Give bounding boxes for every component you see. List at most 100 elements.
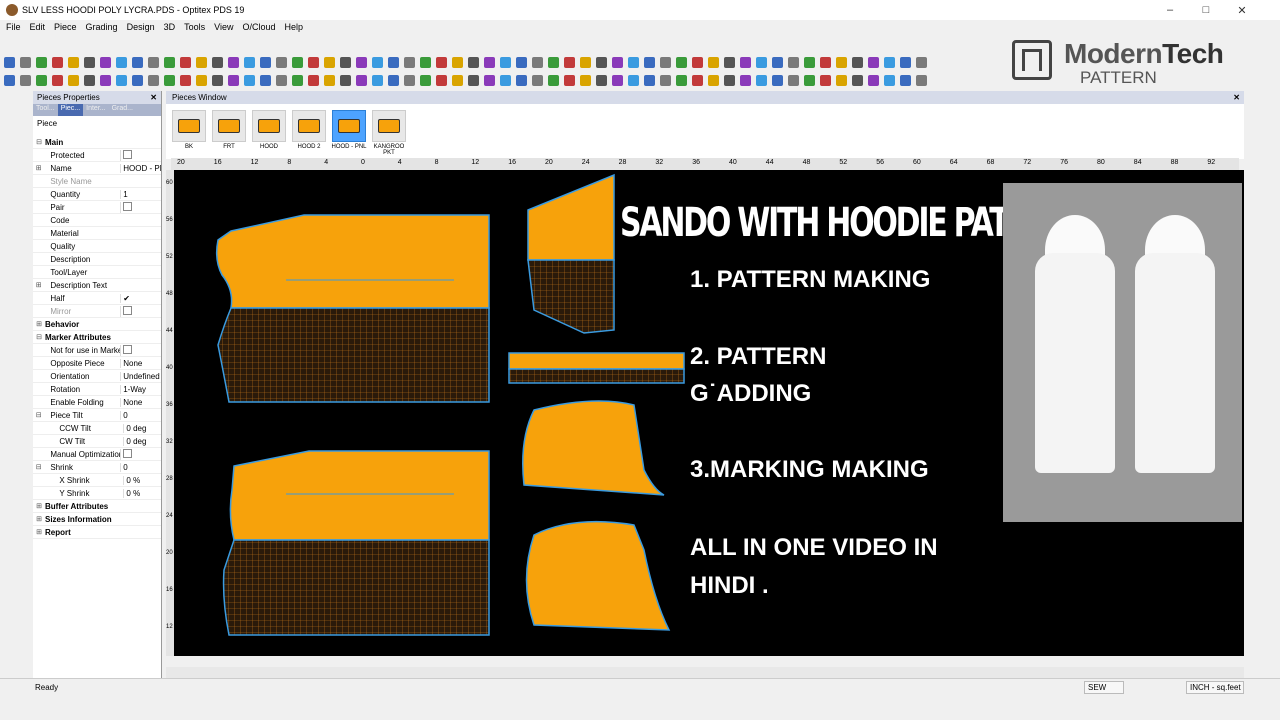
- property-row[interactable]: Material: [33, 227, 161, 240]
- expand-toggle-icon[interactable]: ⊞: [33, 502, 45, 510]
- property-row[interactable]: Manual Optimization: [33, 448, 161, 461]
- property-row[interactable]: Opposite Piece None: [33, 357, 161, 370]
- toolbar-tool-icon[interactable]: [20, 74, 31, 86]
- menu-file[interactable]: File: [6, 22, 21, 32]
- menu-grading[interactable]: Grading: [86, 22, 118, 32]
- menu-tools[interactable]: Tools: [184, 22, 205, 32]
- property-row[interactable]: Description: [33, 253, 161, 266]
- toolbar-tool-icon[interactable]: [148, 74, 159, 86]
- toolbar-tool-icon[interactable]: [868, 74, 879, 86]
- toolbar-tool-icon[interactable]: [884, 74, 895, 86]
- property-row[interactable]: Mirror: [33, 305, 161, 318]
- toolbar-tool-icon[interactable]: [132, 74, 143, 86]
- toolbar-tool-icon[interactable]: [788, 56, 799, 68]
- toolbar-tool-icon[interactable]: [468, 56, 479, 68]
- menu-ocloud[interactable]: O/Cloud: [242, 22, 275, 32]
- expand-toggle-icon[interactable]: ⊞: [33, 281, 44, 289]
- toolbar-tool-icon[interactable]: [532, 56, 543, 68]
- property-value[interactable]: None: [120, 358, 161, 368]
- property-row[interactable]: Pair: [33, 201, 161, 214]
- toolbar-tool-icon[interactable]: [356, 56, 367, 68]
- toolbar-tool-icon[interactable]: [212, 74, 223, 86]
- property-value[interactable]: 1: [120, 189, 161, 199]
- tab-internals[interactable]: Inter...: [83, 104, 108, 116]
- toolbar-tool-icon[interactable]: [644, 74, 655, 86]
- property-row[interactable]: X Shrink 0 %: [33, 474, 161, 487]
- toolbar-tool-icon[interactable]: [692, 74, 703, 86]
- property-value[interactable]: [120, 201, 161, 213]
- toolbar-tool-icon[interactable]: [452, 74, 463, 86]
- toolbar-tool-icon[interactable]: [836, 56, 847, 68]
- toolbar-tool-icon[interactable]: [196, 56, 207, 68]
- property-row[interactable]: Tool/Layer: [33, 266, 161, 279]
- toolbar-tool-icon[interactable]: [868, 56, 879, 68]
- toolbar-tool-icon[interactable]: [596, 56, 607, 68]
- piece-thumbnail[interactable]: HOOD 2: [290, 104, 328, 159]
- property-row[interactable]: Y Shrink 0 %: [33, 487, 161, 500]
- toolbar-tool-icon[interactable]: [260, 74, 271, 86]
- checkbox[interactable]: [123, 149, 133, 159]
- toolbar-tool-icon[interactable]: [628, 74, 639, 86]
- toolbar-tool-icon[interactable]: [20, 56, 31, 68]
- toolbar-tool-icon[interactable]: [164, 56, 175, 68]
- property-row[interactable]: CCW Tilt 0 deg: [33, 422, 161, 435]
- toolbar-tool-icon[interactable]: [244, 56, 255, 68]
- toolbar-tool-icon[interactable]: [244, 74, 255, 86]
- menu-piece[interactable]: Piece: [54, 22, 77, 32]
- property-row[interactable]: ⊟ Marker Attributes: [33, 331, 161, 344]
- toolbar-tool-icon[interactable]: [4, 74, 15, 86]
- menu-3d[interactable]: 3D: [164, 22, 176, 32]
- toolbar-tool-icon[interactable]: [804, 56, 815, 68]
- toolbar-tool-icon[interactable]: [500, 74, 511, 86]
- toolbar-tool-icon[interactable]: [452, 56, 463, 68]
- property-row[interactable]: ⊞ Name HOOD - PNL: [33, 162, 161, 175]
- menu-help[interactable]: Help: [285, 22, 304, 32]
- toolbar-tool-icon[interactable]: [100, 74, 111, 86]
- toolbar-tool-icon[interactable]: [100, 56, 111, 68]
- toolbar-tool-icon[interactable]: [660, 74, 671, 86]
- toolbar-tool-icon[interactable]: [436, 56, 447, 68]
- toolbar-tool-icon[interactable]: [292, 74, 303, 86]
- piece-thumbnail[interactable]: HOOD: [250, 104, 288, 159]
- expand-toggle-icon[interactable]: ⊟: [33, 333, 45, 341]
- property-row[interactable]: ⊞ Description Text: [33, 279, 161, 292]
- toolbar-tool-icon[interactable]: [676, 74, 687, 86]
- menu-view[interactable]: View: [214, 22, 233, 32]
- toolbar-tool-icon[interactable]: [180, 74, 191, 86]
- toolbar-tool-icon[interactable]: [900, 56, 911, 68]
- property-row[interactable]: ⊟ Piece Tilt 0: [33, 409, 161, 422]
- property-row[interactable]: Quantity 1: [33, 188, 161, 201]
- expand-toggle-icon[interactable]: ⊞: [33, 320, 45, 328]
- toolbar-tool-icon[interactable]: [420, 56, 431, 68]
- toolbar-tool-icon[interactable]: [468, 74, 479, 86]
- toolbar-tool-icon[interactable]: [772, 56, 783, 68]
- toolbar-tool-icon[interactable]: [260, 56, 271, 68]
- property-row[interactable]: CW Tilt 0 deg: [33, 435, 161, 448]
- property-value[interactable]: [120, 344, 161, 356]
- toolbar-tool-icon[interactable]: [228, 56, 239, 68]
- toolbar-tool-icon[interactable]: [68, 56, 79, 68]
- toolbar-tool-icon[interactable]: [596, 74, 607, 86]
- toolbar-tool-icon[interactable]: [116, 56, 127, 68]
- expand-toggle-icon[interactable]: ⊞: [33, 528, 45, 536]
- toolbar-tool-icon[interactable]: [84, 56, 95, 68]
- minimize-button[interactable]: –: [1152, 0, 1188, 20]
- toolbar-tool-icon[interactable]: [820, 74, 831, 86]
- toolbar-tool-icon[interactable]: [916, 56, 927, 68]
- toolbar-tool-icon[interactable]: [388, 56, 399, 68]
- toolbar-tool-icon[interactable]: [580, 56, 591, 68]
- property-value[interactable]: [120, 305, 161, 317]
- expand-toggle-icon[interactable]: ⊞: [33, 164, 44, 172]
- toolbar-tool-icon[interactable]: [484, 74, 495, 86]
- property-row[interactable]: Quality: [33, 240, 161, 253]
- toolbar-tool-icon[interactable]: [180, 56, 191, 68]
- toolbar-tool-icon[interactable]: [516, 56, 527, 68]
- toolbar-tool-icon[interactable]: [820, 56, 831, 68]
- piece-hood[interactable]: [527, 173, 615, 334]
- toolbar-tool-icon[interactable]: [420, 74, 431, 86]
- toolbar-tool-icon[interactable]: [804, 74, 815, 86]
- toolbar-tool-icon[interactable]: [212, 56, 223, 68]
- property-value[interactable]: None: [120, 397, 161, 407]
- piece-thumbnail[interactable]: BK: [170, 104, 208, 159]
- toolbar-tool-icon[interactable]: [340, 74, 351, 86]
